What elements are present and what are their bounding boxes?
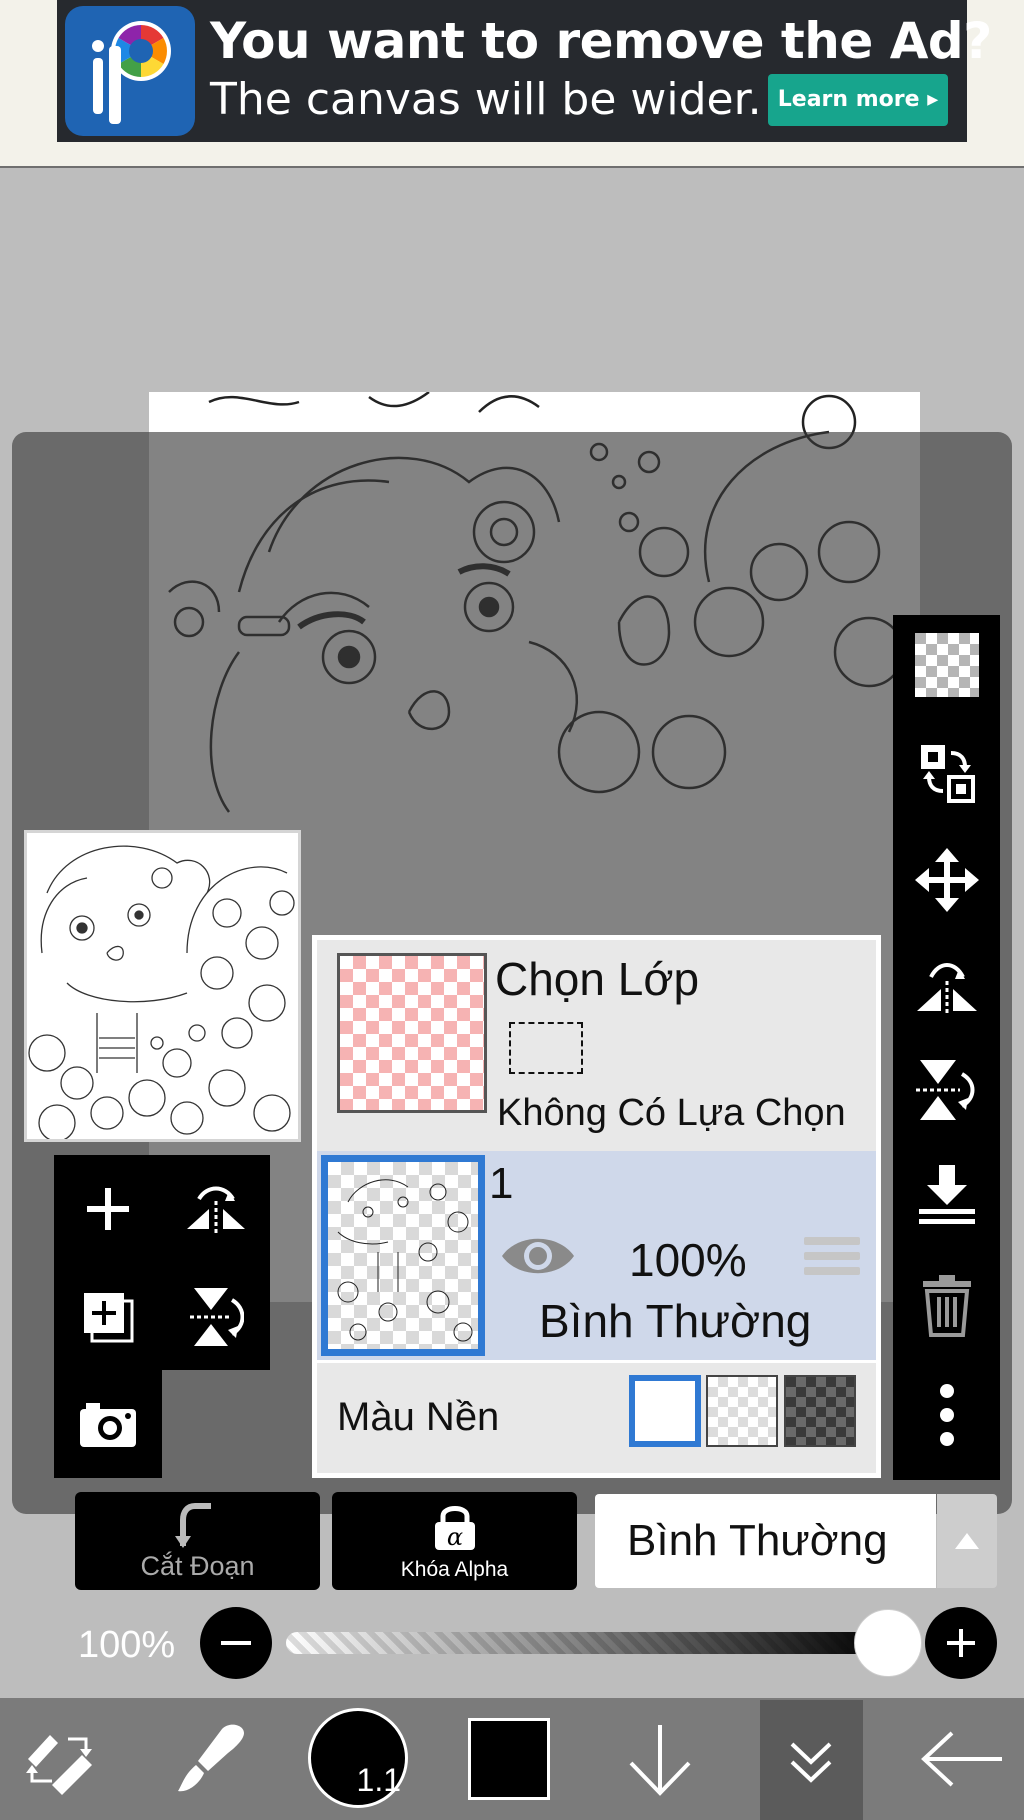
trash-icon[interactable] [893, 1255, 1000, 1355]
tool-switch-icon[interactable] [0, 1698, 120, 1820]
layer-tools-left [54, 1155, 270, 1370]
ad-banner[interactable]: You want to remove the Ad? The canvas wi… [57, 0, 992, 142]
opacity-increase-button[interactable] [925, 1607, 997, 1679]
selection-marquee-icon [509, 1022, 583, 1074]
alpha-lock-button[interactable]: α Khóa Alpha [332, 1492, 577, 1590]
blend-mode-select[interactable]: Bình Thường [595, 1494, 936, 1588]
opacity-slider-track[interactable] [286, 1632, 886, 1654]
layer-tools-right [893, 615, 1000, 1480]
background-color-row: Màu Nền [317, 1363, 876, 1473]
brush-size-value: 1.1 [356, 1762, 401, 1798]
camera-icon[interactable] [54, 1370, 162, 1478]
brush-size-button[interactable]: 1.1 [308, 1708, 408, 1808]
layer-opacity: 100% [629, 1234, 747, 1286]
background-color-label: Màu Nền [337, 1395, 500, 1439]
ad-area: You want to remove the Ad? The canvas wi… [0, 0, 1024, 168]
selection-layer[interactable]: Chọn Lớp Không Có Lựa Chọn [317, 940, 876, 1156]
merge-down-icon[interactable] [893, 1145, 1000, 1245]
opacity-slider-knob[interactable] [854, 1609, 922, 1677]
ibispaint-logo-icon [65, 6, 195, 136]
layer-row[interactable]: 1 100% Bình Thường [317, 1151, 876, 1360]
blend-mode-dropdown-arrow[interactable] [937, 1494, 997, 1588]
background-white-option[interactable] [629, 1375, 701, 1447]
swap-layer-icon[interactable] [893, 723, 1000, 823]
visibility-eye-icon[interactable] [500, 1231, 576, 1286]
selection-layer-title: Chọn Lớp [495, 953, 700, 1005]
add-layer-icon[interactable] [54, 1155, 162, 1263]
background-light-checker-option[interactable] [706, 1375, 778, 1447]
flip-layer-vertical-icon[interactable] [162, 1263, 270, 1371]
clipping-button[interactable]: Cắt Đoạn [75, 1492, 320, 1590]
selection-status: Không Có Lựa Chọn [497, 1092, 846, 1134]
plus-icon [947, 1629, 975, 1657]
alpha-lock-label: Khóa Alpha [400, 1558, 509, 1581]
ad-title: You want to remove the Ad? [210, 12, 992, 70]
duplicate-layer-icon[interactable] [54, 1263, 162, 1371]
layers-panel: Chọn Lớp Không Có Lựa Chọn 1 100% Bình T… [312, 935, 881, 1478]
more-vertical-icon[interactable] [893, 1365, 1000, 1465]
double-chevron-down-icon [790, 1742, 832, 1783]
opacity-decrease-button[interactable] [200, 1607, 272, 1679]
back-arrow-icon[interactable] [900, 1698, 1024, 1820]
background-dark-checker-option[interactable] [784, 1375, 856, 1447]
color-picker-button[interactable] [468, 1718, 550, 1800]
layer-window-toggle[interactable] [760, 1700, 863, 1820]
minus-icon [221, 1641, 251, 1645]
learn-more-button[interactable]: Learn more ▸ [768, 74, 948, 126]
flip-vertical-icon[interactable] [893, 1040, 1000, 1140]
clipping-icon [174, 1503, 211, 1548]
flip-layer-horizontal-icon[interactable] [162, 1155, 270, 1263]
camera-button[interactable] [54, 1370, 162, 1478]
canvas-thumbnail[interactable] [24, 830, 301, 1142]
lock-icon: α [434, 1506, 475, 1551]
learn-more-label: Learn more [777, 87, 920, 112]
brush-tool-icon[interactable] [150, 1698, 270, 1820]
selection-layer-thumbnail [337, 953, 487, 1113]
svg-text:α: α [446, 1523, 462, 1551]
bottom-toolbar: 1.1 [0, 1698, 1024, 1820]
arrow-down-icon[interactable] [610, 1698, 710, 1820]
layer-thumbnail [321, 1155, 485, 1356]
transparency-grid-icon[interactable] [893, 615, 1000, 715]
triangle-up-icon [955, 1533, 979, 1549]
layer-blend-mode: Bình Thường [539, 1295, 812, 1347]
clipping-label: Cắt Đoạn [140, 1551, 255, 1581]
ad-subtitle: The canvas will be wider. [210, 74, 762, 125]
move-icon[interactable] [893, 830, 1000, 930]
flip-horizontal-icon[interactable] [893, 937, 1000, 1037]
opacity-value: 100% [78, 1624, 176, 1666]
drag-handle-icon[interactable] [804, 1237, 860, 1283]
blend-mode-value: Bình Thường [627, 1516, 888, 1565]
layer-name: 1 [489, 1159, 514, 1208]
